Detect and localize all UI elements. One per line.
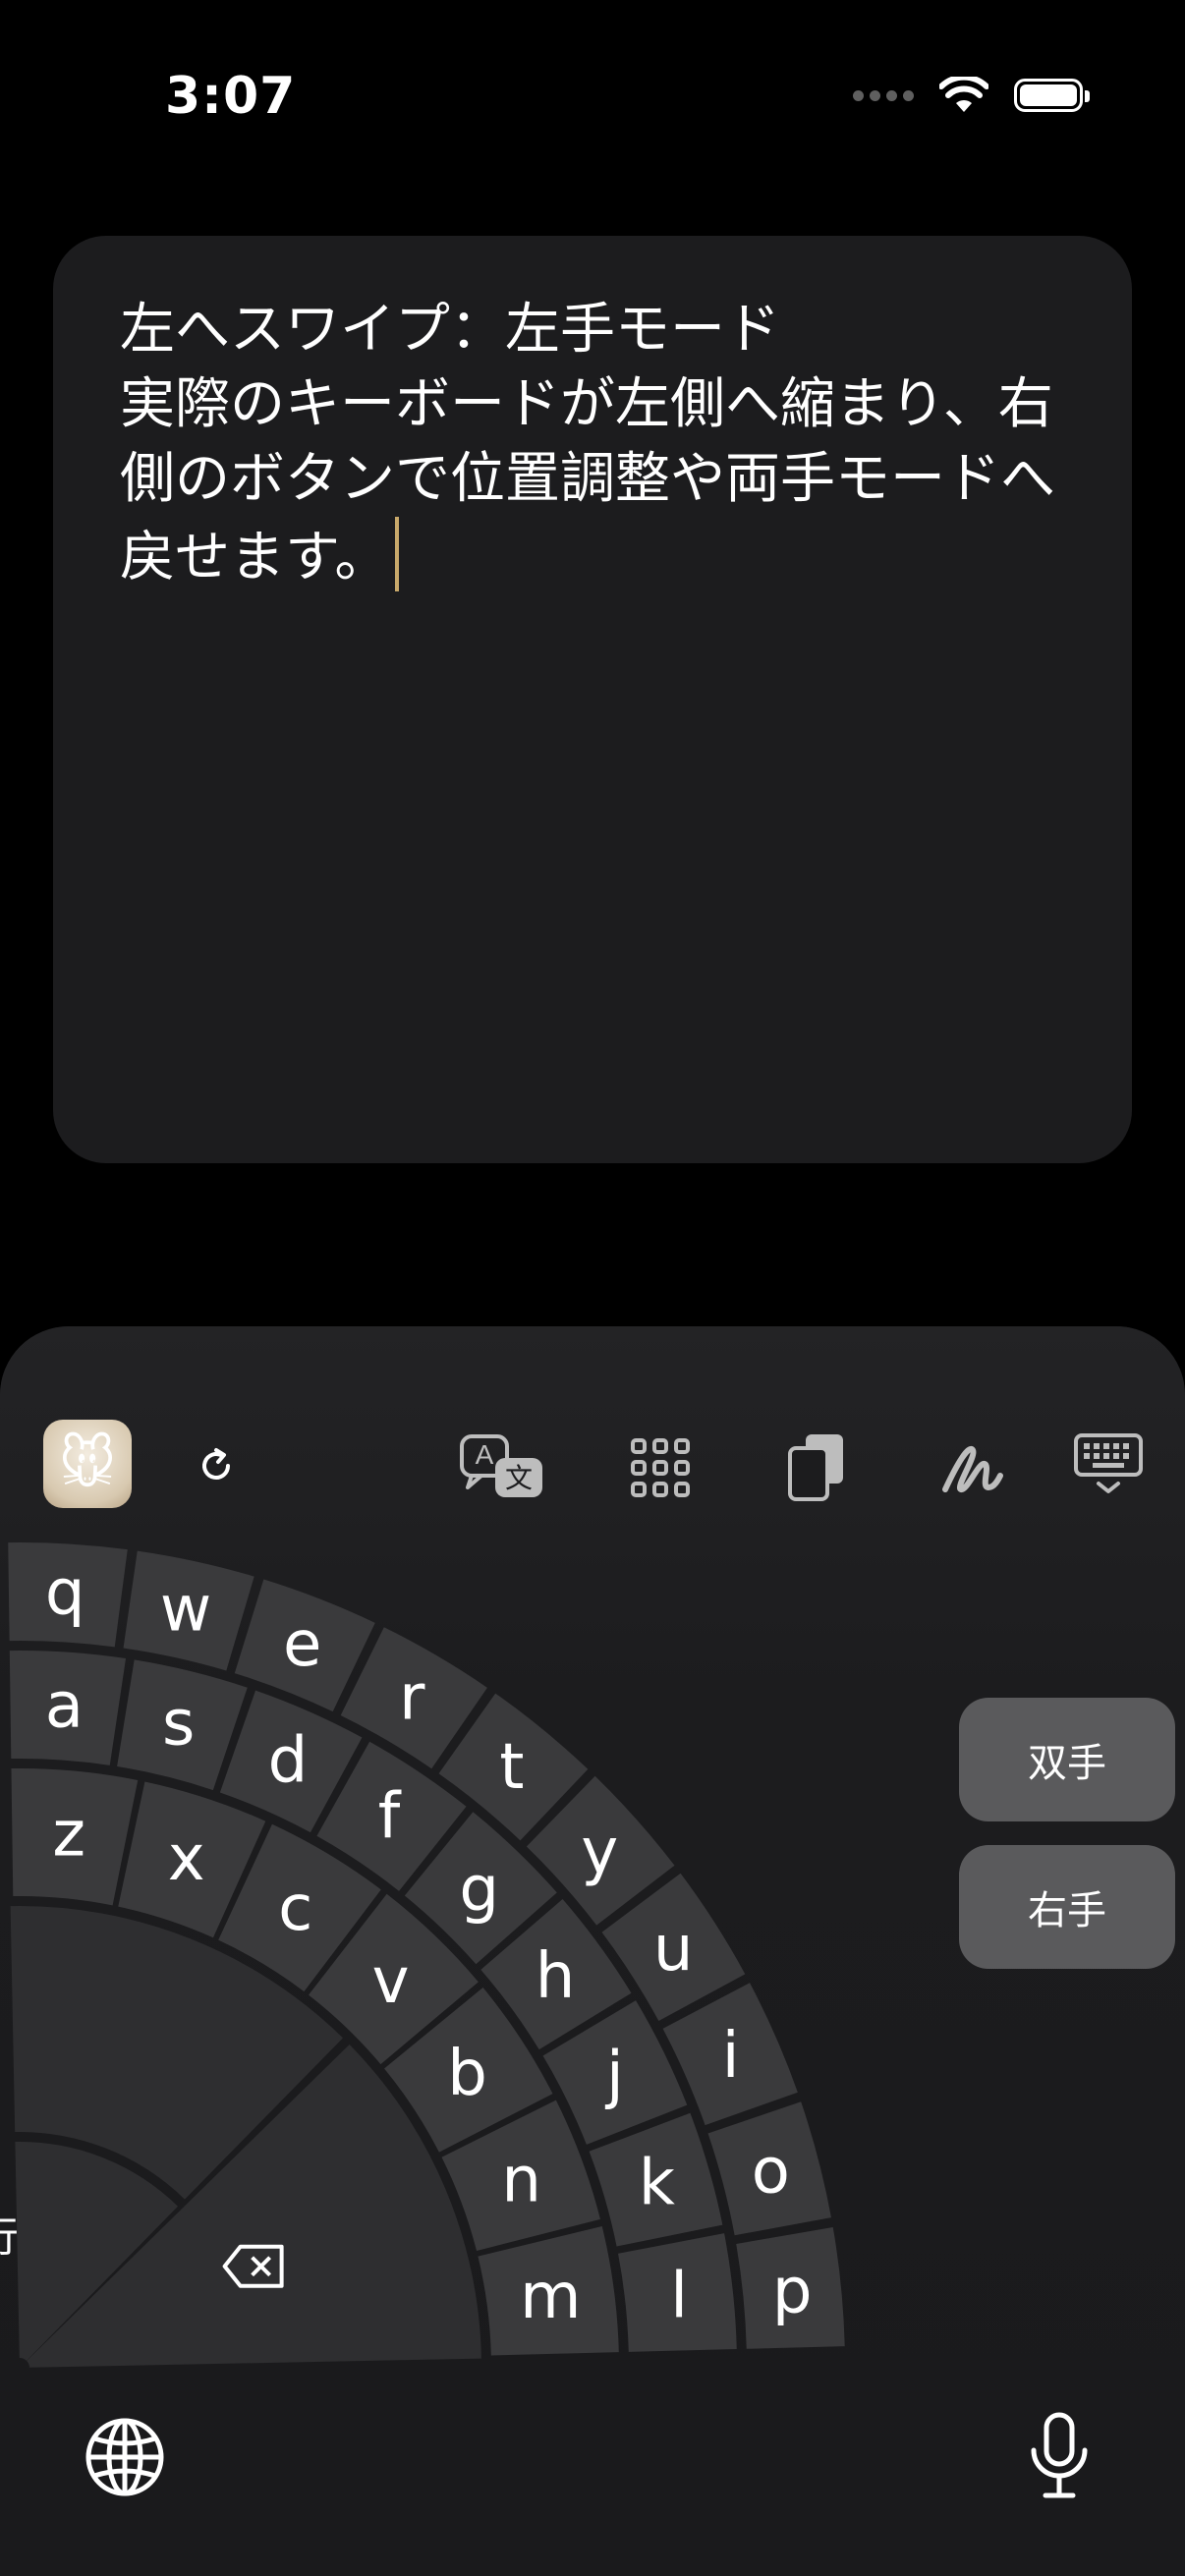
battery-icon [1014, 79, 1090, 112]
fan-keyboard: q we r tyuiop a sdfghjkl z x cvbnm 換行 [0, 1542, 845, 2368]
key-label-z: z [52, 1798, 85, 1871]
key-label-v: v [372, 1945, 410, 2018]
key-label-x: x [168, 1822, 205, 1895]
key-label-k: k [639, 2147, 675, 2219]
microphone-icon[interactable] [1028, 2411, 1091, 2501]
return-label: 換行 [0, 2212, 19, 2261]
key-label-i: i [722, 2020, 740, 2093]
key-label-c: c [278, 1873, 312, 1945]
key-label-u: u [653, 1913, 694, 1986]
key-label-w: w [160, 1573, 211, 1646]
key-label-s: s [162, 1688, 195, 1761]
text-caret [395, 517, 400, 591]
key-label-e: e [283, 1608, 321, 1681]
key-label-t: t [499, 1731, 524, 1804]
key-label-o: o [752, 2135, 790, 2208]
key-label-j: j [604, 2040, 624, 2112]
key-label-f: f [378, 1780, 402, 1853]
key-label-y: y [581, 1816, 618, 1888]
status-time: 3:07 [165, 67, 297, 126]
key-label-g: g [459, 1853, 499, 1926]
globe-icon[interactable] [85, 2417, 165, 2497]
key-label-b: b [447, 2038, 487, 2110]
key-label-n: n [501, 2145, 541, 2217]
key-label-p: p [772, 2255, 813, 2327]
signal-dots-icon [853, 89, 914, 101]
key-label-h: h [536, 1940, 576, 2013]
key-label-a: a [45, 1670, 84, 1743]
status-icons [853, 71, 1090, 120]
key-label-l: l [670, 2261, 688, 2333]
key-label-d: d [268, 1725, 309, 1798]
wifi-icon [939, 77, 988, 112]
key-label-m: m [520, 2261, 581, 2333]
key-label-q: q [45, 1556, 85, 1629]
note-text: 左へスワイプ：左手モード 実際のキーボードが左側へ縮まり、右側のボタンで位置調整… [120, 298, 1055, 589]
key-label-r: r [399, 1661, 425, 1734]
text-area[interactable]: 左へスワイプ：左手モード 実際のキーボードが左側へ縮まり、右側のボタンで位置調整… [53, 236, 1132, 1163]
